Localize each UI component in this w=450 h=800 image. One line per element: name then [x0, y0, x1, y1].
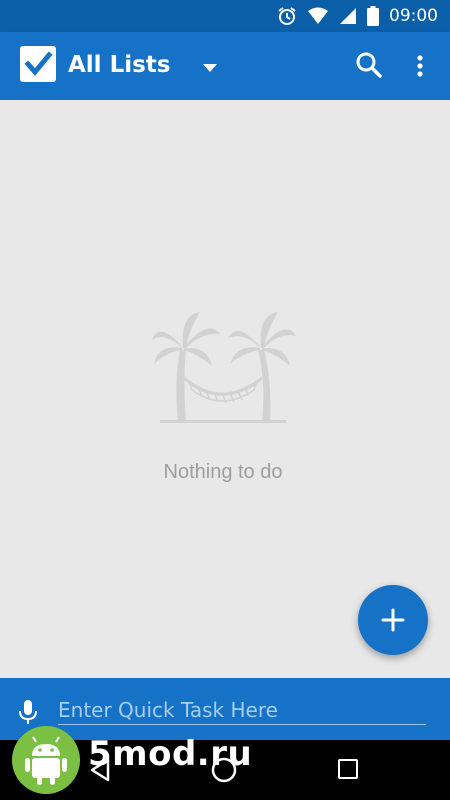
microphone-icon[interactable] — [16, 698, 40, 726]
wifi-icon — [308, 7, 328, 24]
status-time: 09:00 — [389, 6, 438, 26]
signal-icon — [340, 8, 356, 24]
plus-icon — [381, 608, 405, 632]
status-icons: 09:00 — [277, 4, 438, 28]
empty-state-message: Nothing to do — [163, 461, 283, 483]
recent-apps-icon[interactable] — [338, 759, 358, 779]
search-icon[interactable] — [352, 48, 386, 82]
list-title[interactable]: All Lists — [68, 52, 171, 78]
watermark: 5mod.ru — [12, 726, 252, 796]
app-logo-check-icon — [20, 46, 56, 82]
android-robot-icon — [12, 726, 80, 794]
app-bar: All Lists — [0, 32, 450, 100]
dropdown-arrow-icon[interactable] — [198, 60, 222, 76]
watermark-text: 5mod.ru — [88, 734, 253, 774]
alarm-icon — [278, 7, 296, 25]
battery-icon — [367, 6, 379, 26]
palm-trees-hammock-icon — [152, 312, 296, 423]
add-task-button[interactable] — [358, 585, 428, 655]
overflow-menu-icon[interactable] — [408, 48, 432, 84]
status-bar: 09:00 — [0, 0, 450, 32]
quick-task-input[interactable] — [58, 696, 426, 725]
